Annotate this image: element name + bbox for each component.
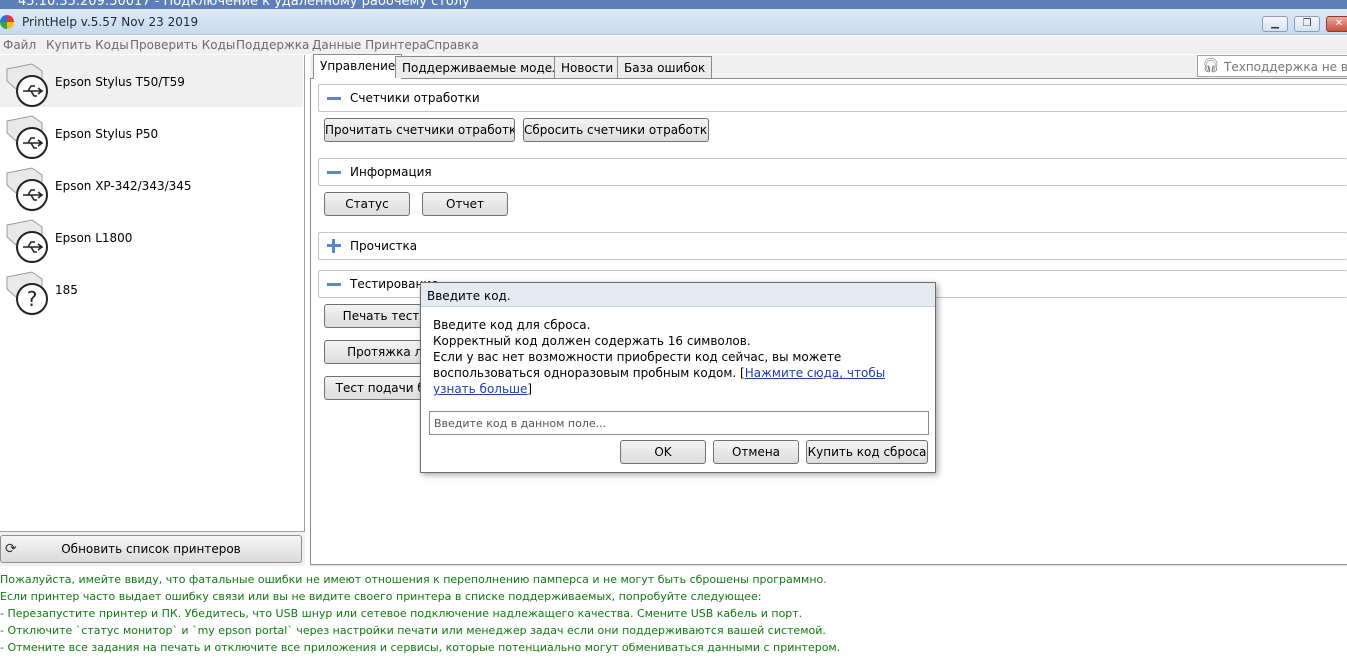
printer-name: Epson XP-342/343/345 xyxy=(55,179,192,193)
printer-item[interactable]: Epson L1800 xyxy=(0,211,303,263)
rdp-title: 45.10.35.209:50017 - Подключение к удале… xyxy=(18,0,470,9)
dialog-message: Введите код для сброса. Корректный код д… xyxy=(433,317,923,397)
tab-supported-models[interactable]: Поддерживаемые модели xyxy=(395,56,575,78)
report-button[interactable]: Отчет xyxy=(422,192,508,216)
dialog-line-prefix: воспользоваться одноразовым пробным кодо… xyxy=(433,366,745,380)
svg-text:?: ? xyxy=(27,287,38,311)
support-status-text: Техподдержка не в сети xyxy=(1224,60,1347,74)
reset-counters-button[interactable]: Сбросить счетчики отработки xyxy=(523,118,709,142)
headset-icon: 🎧︎ xyxy=(1202,58,1220,74)
collapse-icon[interactable] xyxy=(327,91,341,105)
section-info[interactable]: Информация xyxy=(318,158,1347,186)
expand-icon[interactable] xyxy=(327,239,341,253)
printer-name: 185 xyxy=(55,283,78,297)
printer-item[interactable]: Epson Stylus T50/T59 xyxy=(0,55,303,107)
section-title: Прочистка xyxy=(350,239,418,253)
menu-check-codes[interactable]: Проверить Коды xyxy=(130,38,235,52)
app-logo-icon xyxy=(0,15,14,29)
window-titlebar: PrintHelp v.5.57 Nov 23 2019 ▁ ❐ ✕ xyxy=(0,9,1347,35)
notice-area: Пожалуйста, имейте ввиду, что фатальные … xyxy=(0,567,1347,667)
usb-printer-icon xyxy=(6,167,48,211)
section-title: Счетчики отработки xyxy=(350,91,480,105)
menu-file[interactable]: Файл xyxy=(3,38,36,52)
tab-error-base[interactable]: База ошибок xyxy=(617,56,713,78)
usb-printer-icon xyxy=(6,219,48,263)
support-status[interactable]: 🎧︎ Техподдержка не в сети xyxy=(1197,55,1347,77)
buy-reset-code-button[interactable]: Купить код сброса xyxy=(806,440,928,464)
printer-name: Epson L1800 xyxy=(55,231,133,245)
tab-management[interactable]: Управление xyxy=(313,54,403,79)
ok-button[interactable]: OK xyxy=(620,440,706,464)
notice-line: - Отмените все задания на печать и отклю… xyxy=(0,641,841,654)
refresh-printers-button[interactable]: ⟳ Обновить список принтеров xyxy=(0,535,302,563)
section-counters[interactable]: Счетчики отработки xyxy=(318,84,1347,112)
notice-line: Если принтер часто выдает ошибку связи и… xyxy=(0,590,762,603)
section-cleaning[interactable]: Прочистка xyxy=(318,232,1347,260)
collapse-icon[interactable] xyxy=(327,165,341,179)
close-button[interactable]: ✕ xyxy=(1326,16,1347,32)
usb-printer-icon xyxy=(6,63,48,107)
printer-item[interactable]: Epson Stylus P50 xyxy=(0,107,303,159)
menu-buy-codes[interactable]: Купить Коды xyxy=(46,38,129,52)
tab-news[interactable]: Новости xyxy=(554,56,621,78)
dialog-titlebar: Введите код. xyxy=(421,283,935,307)
enter-code-dialog: Введите код. Введите код для сброса. Кор… xyxy=(420,282,936,473)
usb-printer-icon xyxy=(6,115,48,159)
printer-list: Epson Stylus T50/T59 Epson Stylus P50 Ep… xyxy=(0,55,305,532)
dialog-line: Корректный код должен содержать 16 симво… xyxy=(433,334,751,348)
printer-name: Epson Stylus T50/T59 xyxy=(55,75,185,89)
printer-name: Epson Stylus P50 xyxy=(55,127,159,141)
menu-help[interactable]: Справка xyxy=(426,38,479,52)
dialog-line: Введите код для сброса. xyxy=(433,318,591,332)
window-title: PrintHelp v.5.57 Nov 23 2019 xyxy=(22,15,199,29)
menu-printer-data[interactable]: Данные Принтера xyxy=(312,38,427,52)
cancel-button[interactable]: Отмена xyxy=(713,440,799,464)
minimize-button[interactable]: ▁ xyxy=(1262,16,1288,32)
printer-item[interactable]: ? 185 xyxy=(0,263,303,315)
section-title: Информация xyxy=(350,165,432,179)
menu-support[interactable]: Поддержка xyxy=(236,38,309,52)
printer-item[interactable]: Epson XP-342/343/345 xyxy=(0,159,303,211)
dialog-line: воспользоваться одноразовым пробным кодо… xyxy=(433,365,923,397)
menu-bar: Файл Купить Коды Проверить Коды Поддержк… xyxy=(0,36,1347,54)
rdp-title-bar: 45.10.35.209:50017 - Подключение к удале… xyxy=(0,0,1347,9)
unknown-printer-icon: ? xyxy=(6,271,48,315)
dialog-line: Если у вас нет возможности приобрести ко… xyxy=(433,350,842,364)
restore-button[interactable]: ❐ xyxy=(1294,16,1320,32)
collapse-icon[interactable] xyxy=(327,277,341,291)
refresh-printers-label: Обновить список принтеров xyxy=(61,542,241,556)
status-button[interactable]: Статус xyxy=(324,192,410,216)
dialog-line-suffix: ] xyxy=(527,382,533,396)
notice-line: - Отключите `статус монитор` и `my epson… xyxy=(0,624,826,637)
notice-line: - Перезапустите принтер и ПК. Убедитесь,… xyxy=(0,607,803,620)
reset-code-input[interactable] xyxy=(429,411,929,435)
notice-line: Пожалуйста, имейте ввиду, что фатальные … xyxy=(0,573,827,586)
read-counters-button[interactable]: Прочитать счетчики отработки xyxy=(324,118,515,142)
dialog-title: Введите код. xyxy=(427,289,511,303)
